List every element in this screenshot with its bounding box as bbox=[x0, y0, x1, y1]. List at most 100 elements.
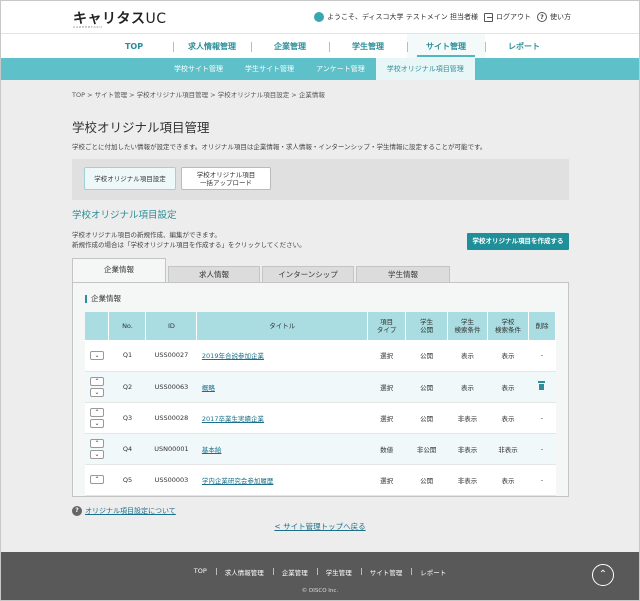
cell-type: 選択 bbox=[367, 340, 406, 372]
cell-public: 公開 bbox=[405, 371, 448, 403]
cell-no: Q2 bbox=[108, 371, 146, 403]
cell-student-search: 表示 bbox=[447, 371, 488, 403]
nav-top[interactable]: TOP bbox=[95, 34, 173, 59]
help-link-header[interactable]: ? 使い方 bbox=[537, 12, 571, 22]
footer-link-site[interactable]: サイト管理 bbox=[360, 567, 412, 577]
cell-delete bbox=[528, 371, 556, 403]
table-row: ⌃ Q5 USS00003 学内企業研究会参加履歴 選択 公開 非表示 表示 - bbox=[85, 464, 556, 496]
item-title-link[interactable]: 概略 bbox=[202, 384, 215, 392]
trash-icon[interactable] bbox=[538, 381, 546, 390]
page-description: 学校ごとに付加したい情報が設定できます。オリジナル項目は企業情報・求人情報・イン… bbox=[72, 143, 487, 151]
nav-job-info[interactable]: 求人情報管理 bbox=[173, 34, 251, 59]
bulk-upload-label-1: 学校オリジナル項目 bbox=[196, 170, 256, 179]
cell-student-search: 非表示 bbox=[447, 402, 488, 434]
tab-job-info[interactable]: 求人情報 bbox=[168, 266, 260, 282]
question-icon: ? bbox=[72, 506, 82, 516]
cell-no: Q3 bbox=[108, 402, 146, 434]
sort-controls: ⌃ ⌄ bbox=[85, 402, 109, 434]
original-item-help[interactable]: ? オリジナル項目設定について bbox=[72, 506, 176, 516]
move-up-button[interactable]: ⌃ bbox=[89, 376, 104, 386]
item-title-link[interactable]: 2019年合説参加企業 bbox=[202, 352, 264, 360]
cell-title: 2017卒業生実績企業 bbox=[196, 402, 368, 434]
nav-student[interactable]: 学生管理 bbox=[329, 34, 407, 59]
logout-label: ログアウト bbox=[496, 13, 531, 21]
chevron-up-icon[interactable]: ⌃ bbox=[592, 564, 614, 586]
footer-link-job-info[interactable]: 求人情報管理 bbox=[215, 567, 273, 577]
header-student-search: 学生 検索条件 bbox=[447, 312, 489, 340]
main-nav: TOP 求人情報管理 企業管理 学生管理 サイト管理 レポート bbox=[1, 33, 639, 59]
cell-delete: - bbox=[528, 433, 556, 465]
cell-type: 選択 bbox=[367, 371, 406, 403]
cell-school-search: 表示 bbox=[487, 340, 529, 372]
move-up-button[interactable]: ⌃ bbox=[89, 407, 104, 417]
header-type-1: 項目 bbox=[380, 318, 394, 326]
logout-link[interactable]: ログアウト bbox=[484, 12, 531, 22]
original-item-settings-button[interactable]: 学校オリジナル項目設定 bbox=[84, 167, 176, 190]
breadcrumb[interactable]: TOP > サイト管理 > 学校オリジナル項目管理 > 学校オリジナル項目設定 … bbox=[72, 89, 325, 99]
sort-controls: ⌃ bbox=[85, 464, 109, 496]
move-up-button[interactable]: ⌃ bbox=[89, 475, 104, 484]
nav-company[interactable]: 企業管理 bbox=[251, 34, 329, 59]
sort-controls: ⌄ bbox=[85, 340, 109, 372]
footer-link-top[interactable]: TOP bbox=[185, 567, 216, 577]
footer: TOP 求人情報管理 企業管理 学生管理 サイト管理 レポート © DISCO … bbox=[1, 552, 639, 600]
nav-report[interactable]: レポート bbox=[485, 34, 563, 59]
footer-link-company[interactable]: 企業管理 bbox=[272, 567, 317, 577]
subnav-student-site[interactable]: 学生サイト管理 bbox=[234, 58, 305, 80]
item-title-link[interactable]: 学内企業研究会参加履歴 bbox=[202, 477, 274, 485]
move-down-button[interactable]: ⌄ bbox=[89, 418, 104, 428]
item-title-link[interactable]: 2017卒業生実績企業 bbox=[202, 415, 264, 423]
user-greeting: ようこそ、ディスコ大学 テストメイン 担当者様 bbox=[314, 12, 478, 22]
header-title: タイトル bbox=[196, 312, 369, 340]
tab-company-info[interactable]: 企業情報 bbox=[72, 258, 166, 282]
move-up-button[interactable]: ⌃ bbox=[89, 438, 104, 448]
nav-site[interactable]: サイト管理 bbox=[407, 34, 485, 59]
cell-title: 概略 bbox=[196, 371, 368, 403]
page-title: 学校オリジナル項目管理 bbox=[72, 120, 210, 135]
cell-title: 学内企業研究会参加履歴 bbox=[196, 464, 368, 496]
sort-controls: ⌃ ⌄ bbox=[85, 433, 109, 465]
subnav-school-site[interactable]: 学校サイト管理 bbox=[163, 58, 234, 80]
back-link-wrap: < サイト管理トップへ戻る bbox=[0, 521, 640, 532]
cell-no: Q4 bbox=[108, 433, 146, 465]
back-to-site-top-link[interactable]: < サイト管理トップへ戻る bbox=[274, 522, 365, 531]
cell-id: USS00028 bbox=[145, 402, 197, 434]
cell-delete: - bbox=[528, 402, 556, 434]
footer-link-report[interactable]: レポート bbox=[411, 567, 455, 577]
cell-no: Q1 bbox=[108, 340, 146, 372]
header: キャリタスUC CAREERTASU ようこそ、ディスコ大学 テストメイン 担当… bbox=[1, 1, 639, 33]
create-item-button[interactable]: 学校オリジナル項目を作成する bbox=[467, 233, 569, 250]
section-description-2: 新規作成の場合は「学校オリジナル項目を作成する」をクリックしてください。 bbox=[72, 241, 306, 249]
original-item-help-link[interactable]: オリジナル項目設定について bbox=[85, 506, 176, 516]
cell-delete: - bbox=[528, 464, 556, 496]
cell-school-search: 非表示 bbox=[487, 433, 529, 465]
footer-link-student[interactable]: 学生管理 bbox=[316, 567, 361, 577]
move-down-button[interactable]: ⌄ bbox=[89, 387, 104, 397]
cell-type: 数値 bbox=[367, 433, 406, 465]
move-down-button[interactable]: ⌄ bbox=[89, 350, 104, 360]
cell-school-search: 表示 bbox=[487, 371, 529, 403]
section-description-1: 学校オリジナル項目の新規作成、編集ができます。 bbox=[72, 231, 221, 239]
help-label: 使い方 bbox=[550, 13, 571, 21]
section-title: 学校オリジナル項目設定 bbox=[72, 210, 177, 221]
header-public-1: 学生 bbox=[420, 318, 434, 326]
cell-id: USS00027 bbox=[145, 340, 197, 372]
item-title-link[interactable]: 基本給 bbox=[202, 446, 222, 454]
tab-student-info[interactable]: 学生情報 bbox=[356, 266, 450, 282]
move-down-button[interactable]: ⌄ bbox=[89, 449, 104, 459]
cell-public: 公開 bbox=[405, 402, 448, 434]
table-header-row: No. ID タイトル 項目 タイプ 学生 公開 学生 検索条件 学校 検索条件 削除 bbox=[85, 312, 557, 340]
table-row: ⌃ ⌄ Q2 USS00063 概略 選択 公開 表示 表示 bbox=[85, 371, 556, 403]
subnav-survey[interactable]: アンケート管理 bbox=[305, 58, 376, 80]
cell-public: 非公開 bbox=[405, 433, 448, 465]
header-type-2: タイプ bbox=[376, 326, 397, 334]
tab-internship[interactable]: インターンシップ bbox=[262, 266, 354, 282]
sort-controls: ⌃ ⌄ bbox=[85, 371, 109, 403]
user-icon bbox=[314, 12, 325, 22]
bulk-upload-button[interactable]: 学校オリジナル項目 一括アップロード bbox=[181, 167, 271, 190]
cell-public: 公開 bbox=[405, 340, 448, 372]
cell-id: USN00001 bbox=[145, 433, 197, 465]
subnav-original-items[interactable]: 学校オリジナル項目管理 bbox=[375, 58, 475, 80]
header-sort bbox=[85, 312, 110, 340]
category-tabs: 企業情報 求人情報 インターンシップ 学生情報 bbox=[72, 258, 569, 282]
